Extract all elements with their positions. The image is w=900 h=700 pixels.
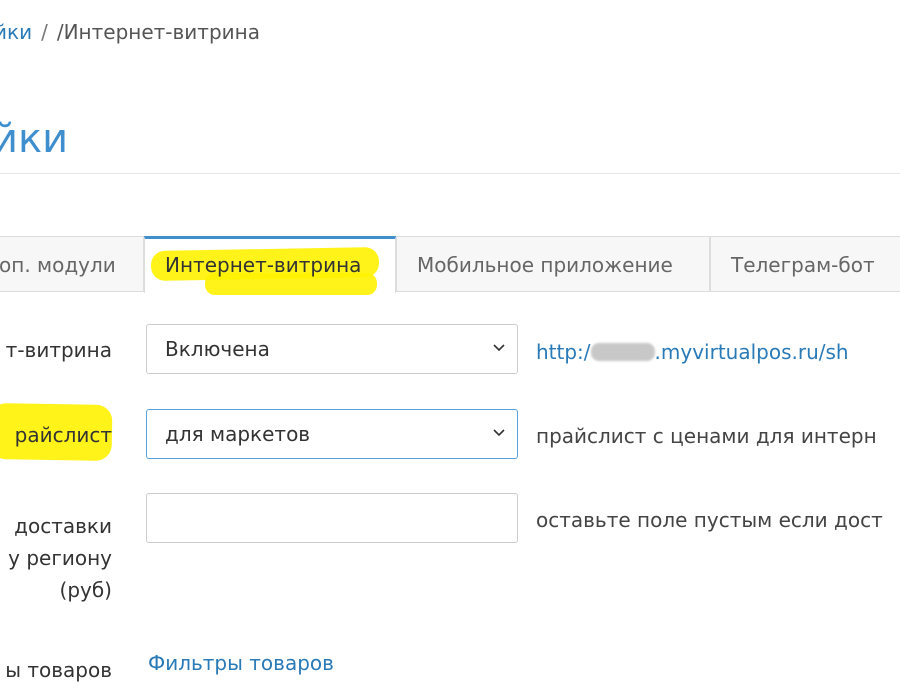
breadcrumb: йки //Интернет-витрина — [0, 20, 260, 44]
delivery-label: доставки у региону (руб) — [8, 510, 112, 606]
breadcrumb-separator: / — [41, 20, 48, 44]
chevron-down-icon — [493, 342, 505, 352]
chevron-down-icon — [493, 427, 505, 437]
tab-bar: оп. модули Интернет-витрина Мобильное пр… — [0, 236, 900, 295]
delivery-label-line: доставки — [14, 514, 112, 538]
storefront-label: т-витрина — [5, 338, 112, 362]
delivery-label-line: у региону — [8, 546, 112, 570]
storefront-status-select[interactable]: Включена — [146, 324, 518, 374]
title-divider — [0, 173, 900, 174]
tab-storefront[interactable]: Интернет-витрина — [144, 236, 396, 295]
delivery-cost-input[interactable] — [146, 493, 518, 543]
delivery-label-line: (руб) — [59, 578, 112, 602]
tab-label: Интернет-витрина — [165, 253, 362, 277]
tab-extra-modules[interactable]: оп. модули — [0, 236, 144, 291]
product-filters-link[interactable]: Фильтры товаров — [148, 651, 334, 675]
storefront-url-link[interactable]: http:/ .myvirtualpos.ru/sh — [536, 340, 849, 364]
storefront-url-suffix: .myvirtualpos.ru/sh — [654, 340, 849, 364]
filters-label: ы товаров — [5, 658, 112, 682]
pricelist-select[interactable]: для маркетов — [146, 409, 518, 459]
tab-label: Телеграм-бот — [731, 253, 875, 277]
breadcrumb-current: Интернет-витрина — [63, 20, 260, 44]
page-title: йки — [0, 116, 69, 162]
tab-telegram-bot[interactable]: Телеграм-бот — [710, 236, 900, 291]
redacted-subdomain — [590, 343, 655, 361]
tab-mobile-app[interactable]: Мобильное приложение — [396, 236, 710, 291]
tab-label: Мобильное приложение — [417, 253, 673, 277]
delivery-help: оставьте поле пустым если дост — [536, 508, 883, 532]
storefront-url-prefix: http:/ — [536, 340, 591, 364]
pricelist-help: прайслист с ценами для интерн — [536, 424, 877, 448]
pricelist-label: райслист — [14, 423, 112, 447]
breadcrumb-parent-link[interactable]: йки — [0, 20, 32, 44]
breadcrumb-current-prefix: / — [56, 20, 64, 44]
pricelist-value: для маркетов — [165, 422, 311, 446]
storefront-status-value: Включена — [165, 337, 270, 361]
tab-label: оп. модули — [0, 253, 116, 277]
